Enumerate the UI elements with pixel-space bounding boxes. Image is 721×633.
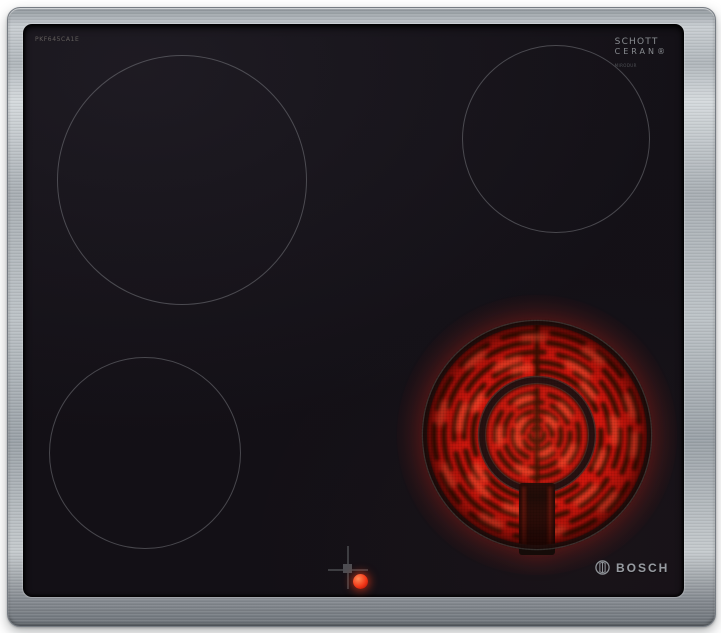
power-indicator-led	[353, 574, 368, 589]
zone-front-right-radiant-element	[417, 305, 657, 585]
zone-rear-left	[57, 55, 307, 305]
schott-ceran-label: SCHOTT CERAN® MIRODUR	[615, 37, 668, 68]
cooktop-product-photo: PKF645CA1E SCHOTT CERAN® MIRODUR BOSCH	[0, 0, 721, 633]
schott-ceran-line2: CERAN®	[615, 47, 668, 56]
schott-ceran-line1: SCHOTT	[615, 37, 668, 47]
bosch-logo-text: BOSCH	[616, 561, 669, 575]
glass-surface: PKF645CA1E SCHOTT CERAN® MIRODUR BOSCH	[23, 24, 684, 597]
zone-front-left	[49, 357, 241, 549]
zone-rear-right	[462, 45, 650, 233]
bosch-anchor-icon	[595, 560, 610, 575]
alignment-cross-center	[343, 564, 352, 573]
bosch-logo: BOSCH	[595, 560, 669, 575]
schott-ceran-subtext: MIRODUR	[615, 64, 668, 69]
model-print-label: PKF645CA1E	[35, 36, 79, 43]
